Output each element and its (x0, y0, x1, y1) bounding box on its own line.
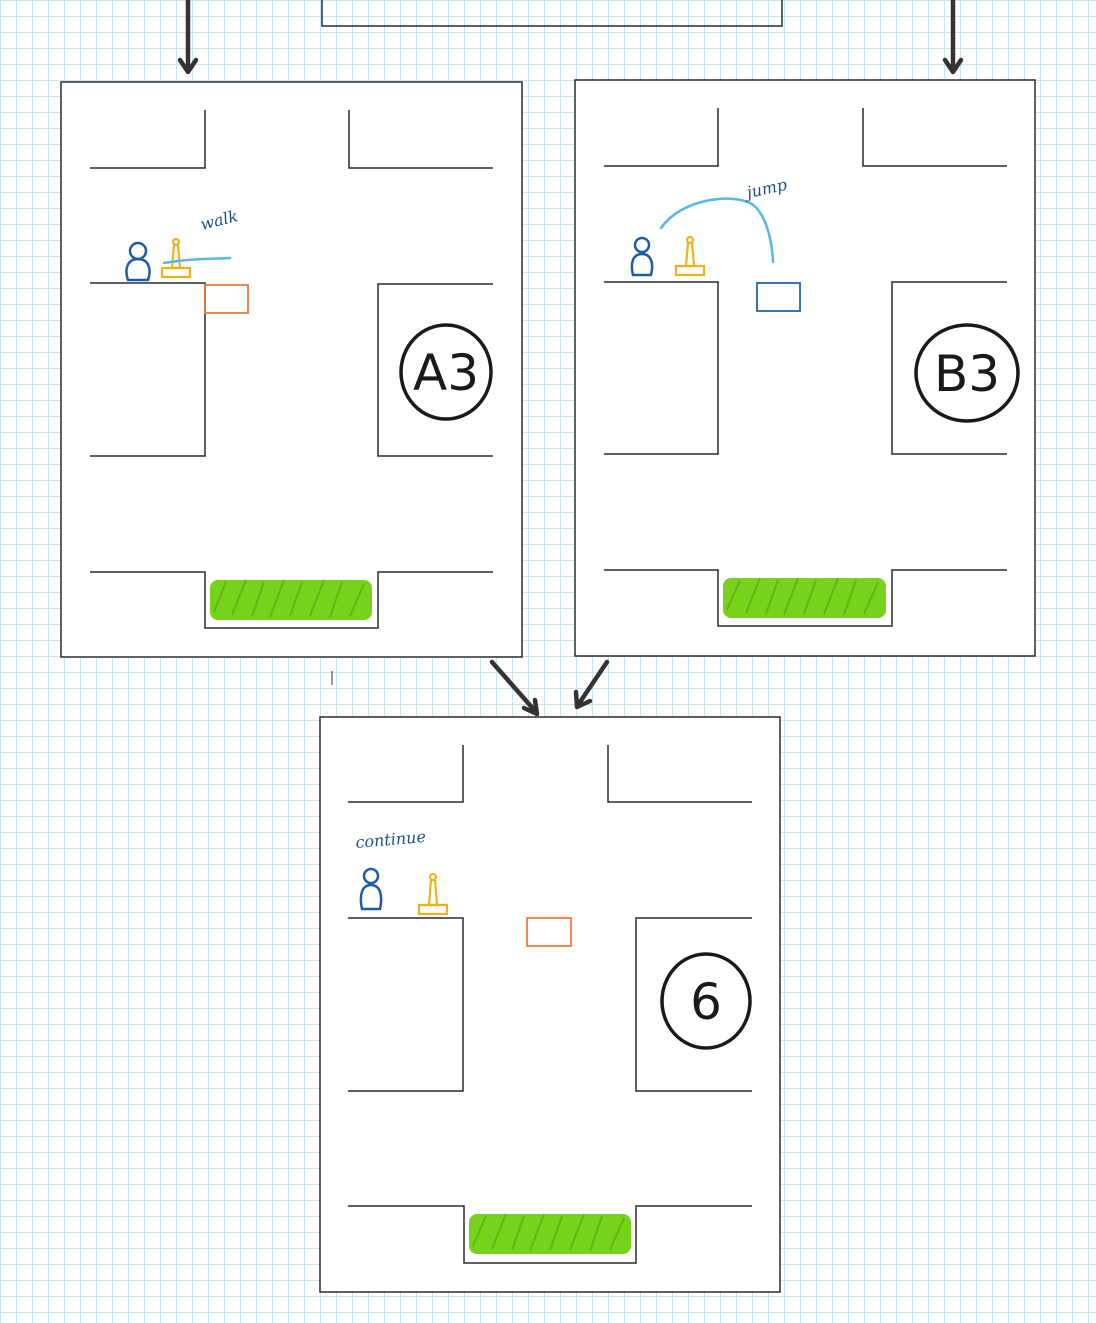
arrow-down-icon-left (177, 0, 199, 75)
svg-text:A3: A3 (413, 344, 479, 402)
grass-icon (469, 1213, 631, 1254)
grass-icon (723, 577, 886, 618)
arrow-b3-to-6 (573, 659, 610, 710)
top-frame-partial (321, 0, 783, 27)
panel-b3: jump B3 (574, 79, 1036, 657)
panel-a3: walk A3 (60, 81, 523, 658)
grass-icon (210, 579, 372, 620)
panel-6: continue 6 (319, 716, 781, 1293)
svg-text:6: 6 (690, 973, 722, 1031)
flow-diagram-canvas: walk A3 jump B3 continue 6 (60, 0, 1036, 1293)
arrow-a3-to-6 (489, 659, 540, 717)
svg-text:B3: B3 (934, 345, 1000, 403)
arrow-down-icon-right (942, 0, 964, 75)
